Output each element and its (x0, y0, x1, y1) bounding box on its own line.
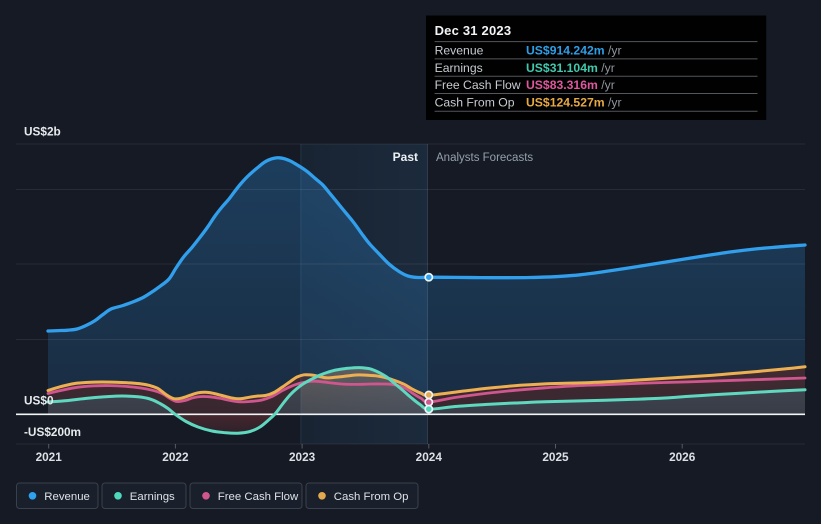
svg-text:-US$200m: -US$200m (24, 425, 81, 439)
svg-text:2025: 2025 (542, 450, 569, 464)
svg-text:Revenue: Revenue (44, 491, 90, 503)
svg-text:Earnings: Earnings (435, 61, 483, 75)
svg-text:2024: 2024 (416, 450, 443, 464)
svg-text:US$2b: US$2b (24, 125, 61, 139)
svg-text:Cash From Op: Cash From Op (435, 96, 515, 110)
svg-text:Earnings: Earnings (130, 491, 175, 503)
svg-text:Dec 31 2023: Dec 31 2023 (435, 23, 512, 38)
svg-text:US$914.242m /yr: US$914.242m /yr (526, 43, 622, 57)
svg-text:US$83.316m /yr: US$83.316m /yr (526, 78, 615, 92)
svg-text:2021: 2021 (36, 450, 63, 464)
svg-text:Free Cash Flow: Free Cash Flow (218, 491, 299, 503)
svg-text:US$0: US$0 (24, 394, 54, 408)
svg-text:US$31.104m /yr: US$31.104m /yr (526, 61, 615, 75)
svg-text:Revenue: Revenue (435, 43, 484, 57)
svg-text:Analysts Forecasts: Analysts Forecasts (436, 152, 533, 164)
svg-text:Free Cash Flow: Free Cash Flow (435, 78, 521, 92)
svg-text:Cash From Op: Cash From Op (334, 491, 409, 503)
svg-text:US$124.527m /yr: US$124.527m /yr (526, 96, 622, 110)
svg-text:Past: Past (393, 150, 418, 164)
svg-text:2026: 2026 (669, 450, 696, 464)
svg-text:2022: 2022 (162, 450, 189, 464)
svg-text:2023: 2023 (289, 450, 316, 464)
